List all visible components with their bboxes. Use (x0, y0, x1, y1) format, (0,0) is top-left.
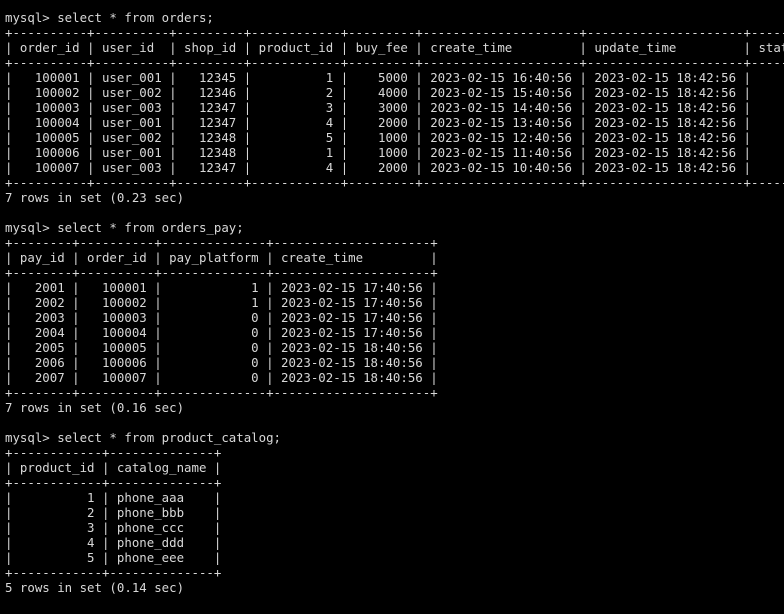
prompt-line-orders-pay-query: mysql> select * from orders_pay; (5, 220, 244, 235)
table-row: | 100007 | user_003 | 12347 | 4 | 2000 |… (5, 160, 784, 175)
table-row: | 5 | phone_eee | (5, 550, 222, 565)
table-header-row: | pay_id | order_id | pay_platform | cre… (5, 250, 438, 265)
table-border: +--------+----------+--------------+----… (5, 265, 438, 280)
terminal-output: mysql> select * from orders; +----------+… (5, 10, 784, 595)
table-row: | 2 | phone_bbb | (5, 505, 222, 520)
table-row: | 100006 | user_001 | 12348 | 1 | 1000 |… (5, 145, 784, 160)
prompt-line-product-catalog-query: mysql> select * from product_catalog; (5, 430, 282, 445)
table-header-row: | order_id | user_id | shop_id | product… (5, 40, 784, 55)
table-row: | 100005 | user_002 | 12348 | 5 | 1000 |… (5, 130, 784, 145)
table-border: +----------+----------+---------+-------… (5, 175, 784, 190)
table-row: | 2004 | 100004 | 0 | 2023-02-15 17:40:5… (5, 325, 438, 340)
terminal-window[interactable]: mysql> select * from orders; +----------+… (0, 0, 784, 614)
table-border: +----------+----------+---------+-------… (5, 55, 784, 70)
table-row: | 100004 | user_001 | 12347 | 4 | 2000 |… (5, 115, 784, 130)
table-row: | 100001 | user_001 | 12345 | 1 | 5000 |… (5, 70, 784, 85)
prompt-line-orders-query: mysql> select * from orders; (5, 10, 214, 25)
table-row: | 100002 | user_002 | 12346 | 2 | 4000 |… (5, 85, 784, 100)
table-row: | 2007 | 100007 | 0 | 2023-02-15 18:40:5… (5, 370, 438, 385)
result-status-line: 7 rows in set (0.23 sec) (5, 190, 185, 205)
table-row: | 2006 | 100006 | 0 | 2023-02-15 18:40:5… (5, 355, 438, 370)
table-header-row: | product_id | catalog_name | (5, 460, 222, 475)
table-border: +------------+--------------+ (5, 565, 222, 580)
table-border: +----------+----------+---------+-------… (5, 25, 784, 40)
result-status-line: 5 rows in set (0.14 sec) (5, 580, 185, 595)
table-row: | 2003 | 100003 | 0 | 2023-02-15 17:40:5… (5, 310, 438, 325)
table-border: +--------+----------+--------------+----… (5, 235, 438, 250)
table-row: | 2001 | 100001 | 1 | 2023-02-15 17:40:5… (5, 280, 438, 295)
table-border: +------------+--------------+ (5, 445, 222, 460)
table-row: | 3 | phone_ccc | (5, 520, 222, 535)
table-row: | 2005 | 100005 | 0 | 2023-02-15 18:40:5… (5, 340, 438, 355)
table-row: | 4 | phone_ddd | (5, 535, 222, 550)
table-row: | 1 | phone_aaa | (5, 490, 222, 505)
table-row: | 2002 | 100002 | 1 | 2023-02-15 17:40:5… (5, 295, 438, 310)
table-border: +------------+--------------+ (5, 475, 222, 490)
table-row: | 100003 | user_003 | 12347 | 3 | 3000 |… (5, 100, 784, 115)
result-status-line: 7 rows in set (0.16 sec) (5, 400, 185, 415)
table-border: +--------+----------+--------------+----… (5, 385, 438, 400)
